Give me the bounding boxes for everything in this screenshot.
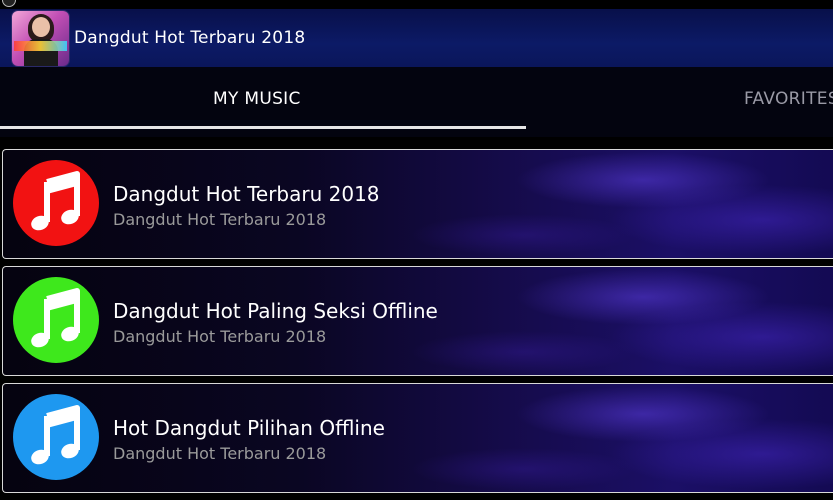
song-title: Dangdut Hot Paling Seksi Offline <box>113 299 438 323</box>
song-subtitle: Dangdut Hot Terbaru 2018 <box>113 210 327 229</box>
music-note-icon <box>13 160 99 246</box>
tab-my-music[interactable]: MY MUSIC <box>213 89 301 109</box>
status-indicator-icon <box>2 0 16 7</box>
status-bar <box>0 0 833 9</box>
song-title: Hot Dangdut Pilihan Offline <box>113 416 385 440</box>
list-item[interactable]: Dangdut Hot Terbaru 2018 Dangdut Hot Ter… <box>2 149 833 259</box>
app-bar: Dangdut Hot Terbaru 2018 <box>0 9 833 67</box>
tab-bar: MY MUSIC FAVORITES <box>0 67 833 137</box>
music-note-icon <box>13 394 99 480</box>
tab-selected-indicator <box>0 126 526 129</box>
song-subtitle: Dangdut Hot Terbaru 2018 <box>113 327 327 346</box>
list-item[interactable]: Dangdut Hot Paling Seksi Offline Dangdut… <box>2 266 833 376</box>
music-list: Dangdut Hot Terbaru 2018 Dangdut Hot Ter… <box>0 137 833 500</box>
tab-favorites[interactable]: FAVORITES <box>744 89 833 109</box>
song-subtitle: Dangdut Hot Terbaru 2018 <box>113 444 327 463</box>
list-item[interactable]: Hot Dangdut Pilihan Offline Dangdut Hot … <box>2 383 833 493</box>
app-title: Dangdut Hot Terbaru 2018 <box>74 28 306 48</box>
music-note-icon <box>13 277 99 363</box>
song-title: Dangdut Hot Terbaru 2018 <box>113 182 380 206</box>
app-logo-icon <box>12 11 69 66</box>
